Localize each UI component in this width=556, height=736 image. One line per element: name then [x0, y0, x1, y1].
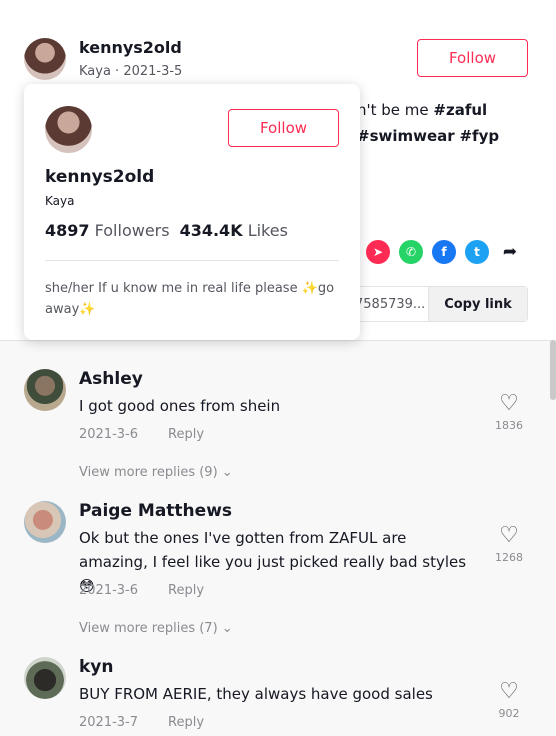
- author-avatar[interactable]: [24, 38, 66, 80]
- hashtag-zaful[interactable]: #zaful: [433, 101, 487, 119]
- likes-count: 434.4K: [179, 221, 243, 240]
- commenter-avatar[interactable]: [24, 657, 66, 699]
- chevron-down-icon: ⌄: [221, 465, 233, 480]
- like-control[interactable]: ♡ 1268: [494, 525, 524, 565]
- comment-list: Ashley I got good ones from shein 2021-3…: [0, 340, 556, 736]
- comment-text: I got good ones from shein: [79, 397, 281, 415]
- hashtag-swimwear[interactable]: #swimwear: [357, 127, 455, 145]
- heart-icon[interactable]: ♡: [494, 525, 524, 547]
- like-control[interactable]: ♡ 1836: [494, 393, 524, 433]
- author-name[interactable]: kennys2old: [79, 38, 182, 57]
- scrollbar[interactable]: [550, 340, 556, 400]
- sparkle-icon: ✨: [79, 302, 96, 317]
- facebook-icon[interactable]: f: [432, 240, 456, 264]
- followers-count: 4897: [45, 221, 90, 240]
- share-bar: ➤ ✆ f t ➦: [345, 240, 522, 264]
- like-count: 1268: [495, 551, 523, 564]
- commenter-name[interactable]: Ashley: [79, 369, 143, 389]
- view-more-replies[interactable]: View more replies (7) ⌄: [79, 621, 233, 636]
- view-more-label: View more replies (9): [79, 465, 218, 480]
- follow-button[interactable]: Follow: [417, 39, 528, 77]
- comment-meta: 2021-3-6 Reply: [79, 427, 204, 442]
- reply-button[interactable]: Reply: [168, 427, 204, 442]
- likes-label: Likes: [247, 221, 288, 240]
- post-header: kennys2old Kaya · 2021-3-5 Follow n't be…: [0, 0, 556, 340]
- caption-text: n't be me: [357, 101, 434, 119]
- comment-meta: 2021-3-7 Reply: [79, 715, 204, 730]
- twitter-icon[interactable]: t: [465, 240, 489, 264]
- popover-divider: [45, 260, 339, 261]
- popover-follow-button[interactable]: Follow: [228, 109, 339, 147]
- video-link-text[interactable]: 7585739...: [353, 287, 428, 321]
- hashtag-fyp[interactable]: #fyp: [459, 127, 499, 145]
- heart-icon[interactable]: ♡: [494, 393, 524, 415]
- comment-date: 2021-3-6: [79, 427, 139, 442]
- comment-date: 2021-3-6: [79, 583, 139, 598]
- whatsapp-icon[interactable]: ✆: [399, 240, 423, 264]
- commenter-avatar[interactable]: [24, 369, 66, 411]
- popover-username[interactable]: kennys2old: [45, 167, 154, 187]
- copy-link-box: 7585739... Copy link: [352, 286, 528, 322]
- commenter-name[interactable]: kyn: [79, 657, 114, 677]
- sparkle-icon: ✨: [301, 281, 318, 296]
- comment-meta: 2021-3-6 Reply: [79, 583, 204, 598]
- popover-avatar[interactable]: [45, 106, 92, 153]
- like-count: 1836: [495, 419, 523, 432]
- like-control[interactable]: ♡ 902: [494, 681, 524, 721]
- bio-text-1: she/her If u know me in real life please: [45, 281, 302, 296]
- view-more-replies[interactable]: View more replies (9) ⌄: [79, 465, 233, 480]
- like-count: 902: [498, 707, 520, 720]
- profile-popover: Follow kennys2old Kaya 4897 Followers 43…: [24, 84, 360, 340]
- chevron-down-icon: ⌄: [221, 621, 233, 636]
- send-icon[interactable]: ➤: [366, 240, 390, 264]
- commenter-avatar[interactable]: [24, 501, 66, 543]
- copy-link-button[interactable]: Copy link: [428, 287, 527, 321]
- followers-label: Followers: [94, 221, 170, 240]
- reply-button[interactable]: Reply: [168, 715, 204, 730]
- comment-text: BUY FROM AERIE, they always have good sa…: [79, 685, 433, 703]
- popover-nickname: Kaya: [45, 194, 75, 208]
- post-caption: n't be me #zaful #swimwear #fyp: [357, 97, 499, 149]
- reply-button[interactable]: Reply: [168, 583, 204, 598]
- popover-bio: she/her If u know me in real life please…: [45, 278, 340, 320]
- heart-icon[interactable]: ♡: [494, 681, 524, 703]
- comment-date: 2021-3-7: [79, 715, 139, 730]
- view-more-label: View more replies (7): [79, 621, 218, 636]
- share-arrow-icon[interactable]: ➦: [498, 240, 522, 264]
- author-subtitle: Kaya · 2021-3-5: [79, 64, 183, 79]
- commenter-name[interactable]: Paige Matthews: [79, 501, 232, 521]
- popover-stats: 4897 Followers 434.4K Likes: [45, 221, 288, 240]
